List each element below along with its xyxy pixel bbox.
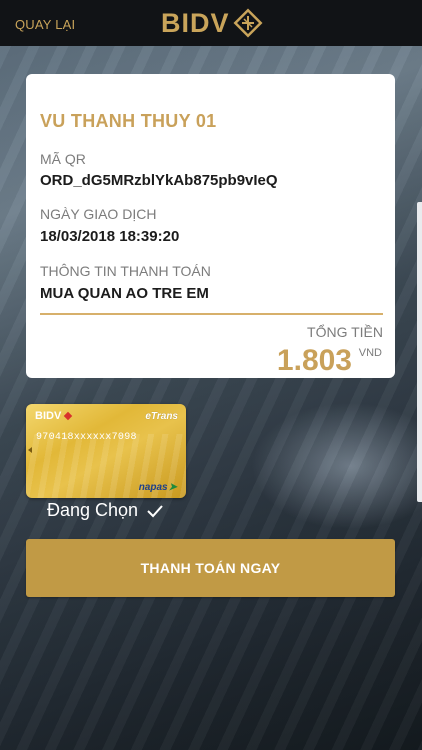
side-drawer-edge[interactable] bbox=[417, 202, 422, 502]
top-bar: QUAY LẠI BIDV bbox=[0, 0, 422, 46]
pay-now-button[interactable]: THANH TOÁN NGAY bbox=[26, 539, 395, 597]
card-bank-name: BIDV bbox=[35, 410, 62, 422]
transaction-date-label: NGÀY GIAO DỊCH bbox=[40, 206, 157, 222]
bidv-diamond-icon bbox=[233, 8, 263, 38]
payment-card[interactable]: BIDV eTrans 970418xxxxxx7098 napas ➤ bbox=[26, 404, 186, 498]
qr-code-value: ORD_dG5MRzblYkAb875pb9vIeQ bbox=[40, 172, 278, 189]
checkmark-icon bbox=[147, 504, 163, 517]
napas-logo: napas ➤ bbox=[139, 482, 177, 493]
currency-label: VND bbox=[358, 347, 382, 359]
payee-name: VU THANH THUY 01 bbox=[40, 111, 217, 131]
back-button[interactable]: QUAY LẠI bbox=[15, 17, 75, 32]
divider bbox=[40, 313, 383, 315]
bidv-logo: BIDV bbox=[161, 8, 263, 38]
qr-code-label: MÃ QR bbox=[40, 151, 86, 167]
total-label: TỔNG TIỀN bbox=[307, 324, 383, 340]
total-amount: 1.803 bbox=[276, 344, 352, 377]
card-bank-logo: BIDV bbox=[35, 410, 73, 422]
payment-info-label: THÔNG TIN THANH TOÁN bbox=[40, 263, 211, 279]
napas-arrow-icon: ➤ bbox=[168, 482, 177, 493]
selected-indicator: Đang Chọn bbox=[47, 500, 164, 521]
card-product-name: eTrans bbox=[145, 411, 178, 422]
selected-label: Đang Chọn bbox=[47, 500, 139, 520]
card-notch-icon bbox=[28, 447, 32, 453]
bidv-mini-icon bbox=[64, 411, 73, 421]
transaction-details-card: VU THANH THUY 01 MÃ QR ORD_dG5MRzblYkAb8… bbox=[26, 74, 395, 378]
card-network-name: napas bbox=[138, 482, 168, 493]
card-number: 970418xxxxxx7098 bbox=[36, 432, 137, 443]
transaction-date-value: 18/03/2018 18:39:20 bbox=[40, 228, 180, 245]
payment-info-value: MUA QUAN AO TRE EM bbox=[40, 285, 209, 302]
brand-name: BIDV bbox=[161, 7, 230, 38]
